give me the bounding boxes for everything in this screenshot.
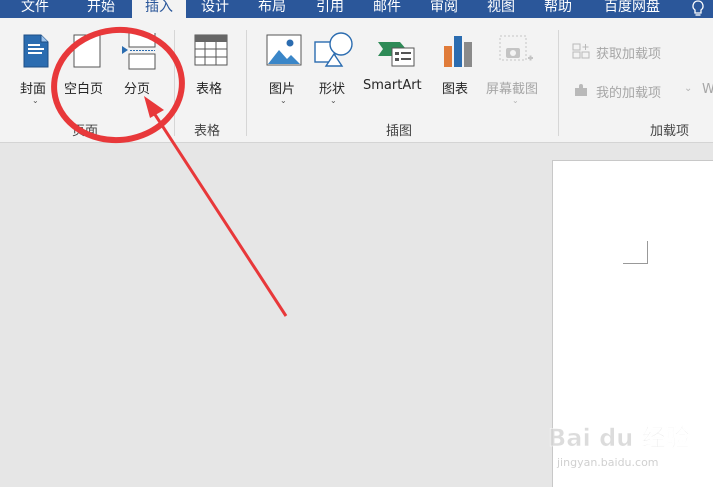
blank-page-label: 空白页 bbox=[64, 82, 104, 97]
tab-review[interactable]: 审阅 bbox=[423, 0, 465, 18]
cover-page-button[interactable]: 封面 ⌄ bbox=[14, 32, 58, 110]
screenshot-icon bbox=[499, 35, 533, 61]
chevron-down-icon: ⌄ bbox=[330, 96, 337, 105]
tab-mailings[interactable]: 邮件 bbox=[366, 0, 408, 18]
chart-icon bbox=[444, 36, 472, 67]
group-separator bbox=[174, 30, 175, 136]
chevron-down-icon: ⌄ bbox=[280, 96, 287, 105]
tab-file[interactable]: 文件 bbox=[14, 0, 56, 18]
my-addins-icon bbox=[575, 84, 587, 96]
page-break-button[interactable]: 分页 bbox=[116, 32, 162, 97]
group-separator bbox=[558, 30, 559, 136]
picture-button[interactable]: 图片 ⌄ bbox=[262, 32, 306, 110]
get-addins-label: 获取加载项 bbox=[596, 47, 662, 62]
page-break-icon bbox=[122, 33, 156, 70]
tab-references[interactable]: 引用 bbox=[309, 0, 351, 18]
tab-view[interactable]: 视图 bbox=[480, 0, 522, 18]
shapes-label: 形状 bbox=[319, 82, 346, 97]
chevron-down-icon: ⌄ bbox=[512, 96, 519, 105]
lightbulb-icon[interactable] bbox=[688, 0, 708, 18]
chevron-down-icon: ⌄ bbox=[32, 96, 39, 105]
shapes-button[interactable]: 形状 ⌄ bbox=[312, 32, 356, 110]
document-page[interactable] bbox=[552, 160, 713, 487]
my-addins-label: 我的加载项 bbox=[596, 86, 662, 101]
page-break-label: 分页 bbox=[124, 82, 151, 97]
group-separator bbox=[246, 30, 247, 136]
chart-button[interactable]: 图表 bbox=[436, 32, 480, 97]
tab-baidu-netdisk[interactable]: 百度网盘 bbox=[597, 0, 667, 18]
picture-icon bbox=[266, 34, 302, 66]
screenshot-label: 屏幕截图 bbox=[486, 82, 539, 97]
group-label-pages: 页面 bbox=[72, 124, 99, 139]
ribbon-tab-bar: 文件 开始 插入 设计 布局 引用 邮件 审阅 视图 帮助 百度网盘 bbox=[0, 0, 713, 18]
smartart-button[interactable]: SmartArt bbox=[360, 32, 432, 94]
group-label-tables: 表格 bbox=[194, 124, 221, 139]
smartart-icon bbox=[378, 42, 415, 67]
table-icon bbox=[194, 34, 228, 66]
ribbon-insert: 封面 ⌄ 空白页 分页 页面 表格 表格 图片 ⌄ 形状 ⌄ SmartArt … bbox=[0, 18, 713, 143]
tab-help[interactable]: 帮助 bbox=[537, 0, 579, 18]
add-ins-store-icon bbox=[572, 43, 590, 59]
blank-page-button[interactable]: 空白页 bbox=[62, 32, 112, 97]
tab-layout[interactable]: 布局 bbox=[251, 0, 293, 18]
cover-page-label: 封面 bbox=[20, 82, 47, 97]
smartart-label: SmartArt bbox=[363, 78, 422, 93]
page-margin-corner-mark bbox=[623, 241, 648, 264]
truncated-button-label: W bbox=[702, 82, 713, 97]
screenshot-button[interactable]: 屏幕截图 ⌄ bbox=[484, 32, 548, 110]
tab-design[interactable]: 设计 bbox=[194, 0, 236, 18]
picture-label: 图片 bbox=[269, 82, 296, 97]
table-button[interactable]: 表格 bbox=[188, 32, 234, 110]
tab-insert[interactable]: 插入 bbox=[132, 0, 186, 18]
my-addins-button[interactable]: 我的加载项 ⌄ W bbox=[570, 79, 713, 101]
shapes-icon bbox=[314, 32, 353, 67]
chevron-down-icon: ⌄ bbox=[684, 83, 693, 94]
blank-page-icon bbox=[73, 34, 101, 68]
tab-home[interactable]: 开始 bbox=[80, 0, 122, 18]
get-addins-button[interactable]: 获取加载项 bbox=[570, 40, 710, 62]
cover-page-icon bbox=[23, 34, 49, 68]
group-label-illustrations: 插图 bbox=[386, 124, 413, 139]
chart-label: 图表 bbox=[442, 82, 469, 97]
table-label: 表格 bbox=[196, 82, 223, 97]
group-label-addins: 加载项 bbox=[650, 124, 690, 139]
